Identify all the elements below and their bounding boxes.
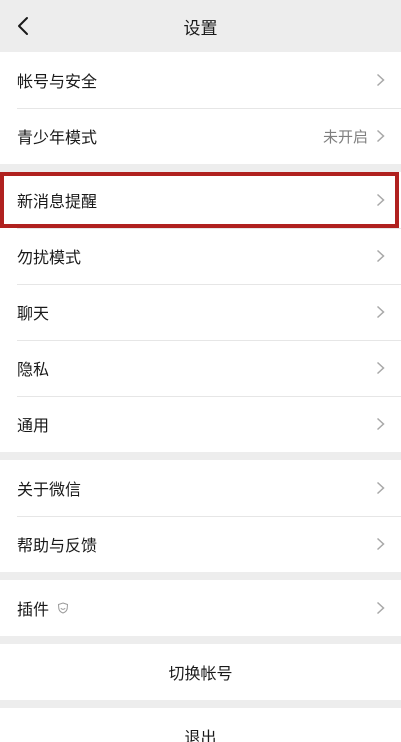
settings-group-main: 新消息提醒 勿扰模式 聊天 隐私 通用	[0, 172, 401, 452]
chat-row[interactable]: 聊天	[0, 284, 401, 340]
general-row[interactable]: 通用	[0, 396, 401, 452]
row-label: 帐号与安全	[17, 72, 98, 91]
row-label: 隐私	[17, 360, 50, 379]
teen-mode-row[interactable]: 青少年模式 未开启	[0, 108, 401, 164]
account-security-row[interactable]: 帐号与安全	[0, 52, 401, 108]
row-label: 新消息提醒	[17, 192, 98, 211]
chevron-right-icon	[376, 481, 385, 495]
row-label: 通用	[17, 416, 50, 435]
about-wechat-row[interactable]: 关于微信	[0, 460, 401, 516]
chevron-right-icon	[376, 129, 385, 143]
navigation-bar: 设置	[0, 0, 401, 52]
do-not-disturb-row[interactable]: 勿扰模式	[0, 228, 401, 284]
chevron-right-icon	[376, 193, 385, 207]
privacy-row[interactable]: 隐私	[0, 340, 401, 396]
new-message-notification-row[interactable]: 新消息提醒	[0, 172, 401, 228]
switch-account-label: 切换帐号	[168, 664, 233, 683]
settings-group-about: 关于微信 帮助与反馈	[0, 460, 401, 572]
logout-label: 退出	[184, 728, 217, 742]
row-label: 聊天	[17, 304, 50, 323]
plugins-row[interactable]: 插件	[0, 580, 401, 636]
row-label: 关于微信	[17, 480, 82, 499]
row-label: 勿扰模式	[17, 248, 82, 267]
help-feedback-row[interactable]: 帮助与反馈	[0, 516, 401, 572]
row-label: 帮助与反馈	[17, 536, 98, 555]
row-label: 青少年模式	[17, 128, 98, 147]
chevron-right-icon	[376, 305, 385, 319]
chevron-right-icon	[376, 73, 385, 87]
page-title: 设置	[183, 18, 218, 39]
switch-account-button[interactable]: 切换帐号	[0, 644, 401, 700]
chevron-right-icon	[376, 249, 385, 263]
logout-button[interactable]: 退出	[0, 708, 401, 742]
teen-mode-status: 未开启	[322, 127, 368, 146]
chevron-right-icon	[376, 361, 385, 375]
back-arrow-icon[interactable]	[12, 14, 36, 38]
chevron-right-icon	[376, 601, 385, 615]
chevron-right-icon	[376, 417, 385, 431]
row-label: 插件	[17, 600, 50, 619]
settings-group-account: 帐号与安全 青少年模式 未开启	[0, 52, 401, 164]
shield-icon	[57, 602, 69, 614]
chevron-right-icon	[376, 537, 385, 551]
settings-group-plugins: 插件	[0, 580, 401, 636]
